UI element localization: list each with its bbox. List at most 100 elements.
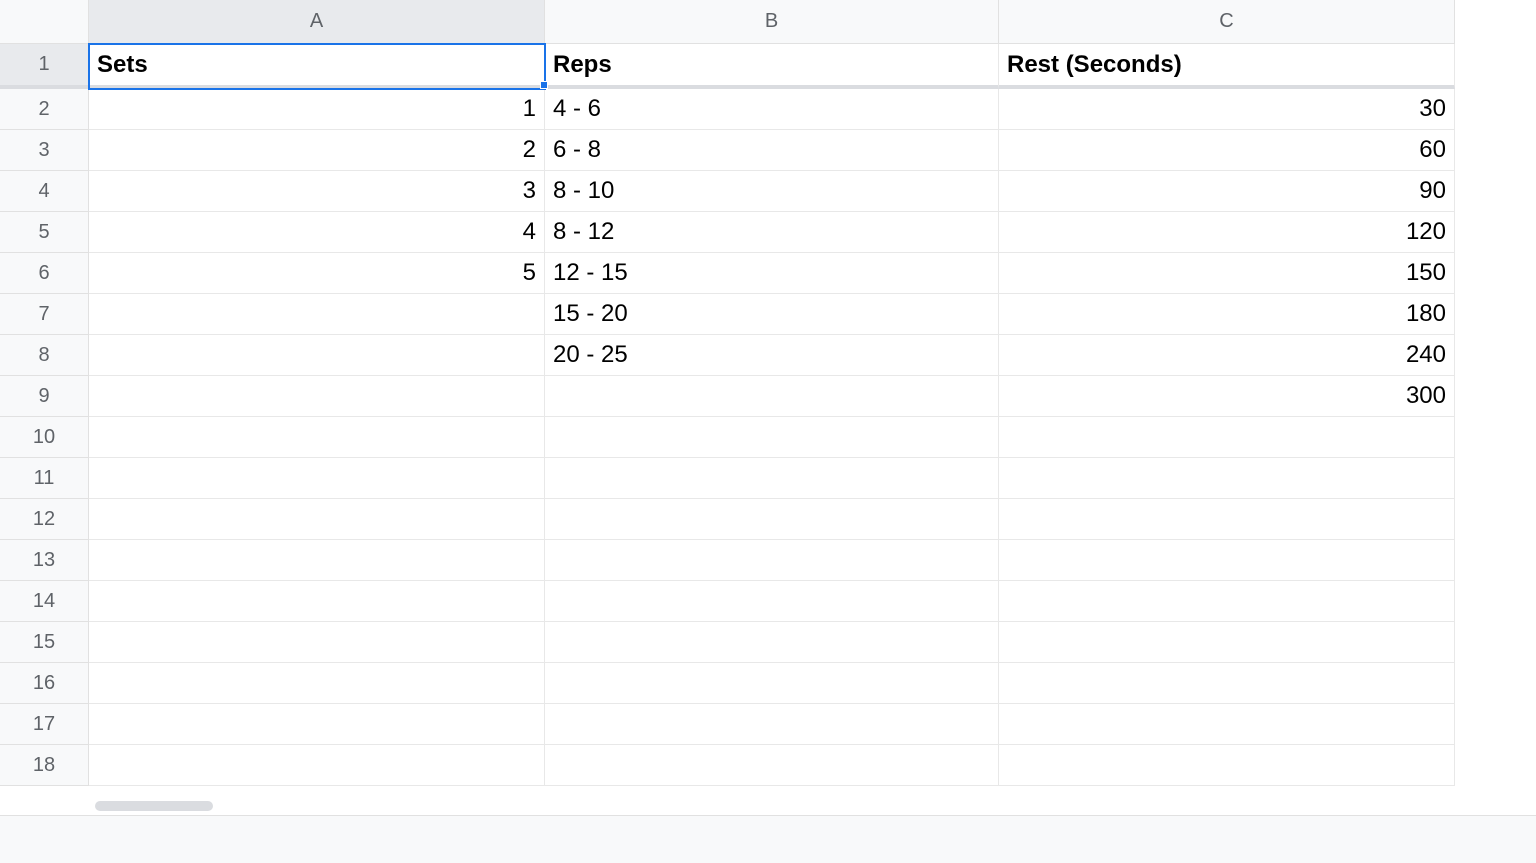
cell-C7[interactable]: 180: [999, 294, 1455, 335]
cell-B7[interactable]: 15 - 20: [545, 294, 999, 335]
cell-B12[interactable]: [545, 499, 999, 540]
col-header-B[interactable]: B: [545, 0, 999, 44]
cell-value: 12 - 15: [553, 259, 628, 287]
cell-value: 4: [523, 218, 536, 246]
cell-A17[interactable]: [89, 704, 545, 745]
cell-A10[interactable]: [89, 417, 545, 458]
cell-value: 5: [523, 259, 536, 287]
row-header-12[interactable]: 12: [0, 499, 89, 540]
cell-A1[interactable]: Sets: [89, 44, 545, 89]
cell-A9[interactable]: [89, 376, 545, 417]
cell-value: 180: [1406, 300, 1446, 328]
cell-C18[interactable]: [999, 745, 1455, 786]
cell-C13[interactable]: [999, 540, 1455, 581]
cell-B9[interactable]: [545, 376, 999, 417]
cell-B3[interactable]: 6 - 8: [545, 130, 999, 171]
cell-A13[interactable]: [89, 540, 545, 581]
cell-value: 240: [1406, 341, 1446, 369]
cell-B15[interactable]: [545, 622, 999, 663]
row-header-3[interactable]: 3: [0, 130, 89, 171]
cell-C4[interactable]: 90: [999, 171, 1455, 212]
cell-value: 4 - 6: [553, 95, 601, 123]
cell-value: 8 - 12: [553, 218, 614, 246]
cell-C11[interactable]: [999, 458, 1455, 499]
cell-A5[interactable]: 4: [89, 212, 545, 253]
cell-C12[interactable]: [999, 499, 1455, 540]
cell-B2[interactable]: 4 - 6: [545, 89, 999, 130]
cell-B1[interactable]: Reps: [545, 44, 999, 89]
cell-A14[interactable]: [89, 581, 545, 622]
row-header-18[interactable]: 18: [0, 745, 89, 786]
cell-A11[interactable]: [89, 458, 545, 499]
cell-B10[interactable]: [545, 417, 999, 458]
cell-value: 30: [1419, 95, 1446, 123]
row-header-13[interactable]: 13: [0, 540, 89, 581]
cell-C3[interactable]: 60: [999, 130, 1455, 171]
col-header-A[interactable]: A: [89, 0, 545, 44]
cell-C17[interactable]: [999, 704, 1455, 745]
row-header-6[interactable]: 6: [0, 253, 89, 294]
row-header-8[interactable]: 8: [0, 335, 89, 376]
cell-value: 15 - 20: [553, 300, 628, 328]
row-header-2[interactable]: 2: [0, 89, 89, 130]
row-header-11[interactable]: 11: [0, 458, 89, 499]
row-header-5[interactable]: 5: [0, 212, 89, 253]
cell-B5[interactable]: 8 - 12: [545, 212, 999, 253]
cell-A6[interactable]: 5: [89, 253, 545, 294]
row-header-4[interactable]: 4: [0, 171, 89, 212]
cell-C10[interactable]: [999, 417, 1455, 458]
cell-B14[interactable]: [545, 581, 999, 622]
row-header-9[interactable]: 9: [0, 376, 89, 417]
row-header-15[interactable]: 15: [0, 622, 89, 663]
cell-value: 90: [1419, 177, 1446, 205]
cell-A3[interactable]: 2: [89, 130, 545, 171]
cell-B16[interactable]: [545, 663, 999, 704]
select-all-corner[interactable]: [0, 0, 89, 44]
cell-C16[interactable]: [999, 663, 1455, 704]
cell-C8[interactable]: 240: [999, 335, 1455, 376]
row-header-16[interactable]: 16: [0, 663, 89, 704]
cell-A15[interactable]: [89, 622, 545, 663]
sheet-bottom-bar: [0, 815, 1536, 863]
cell-value: 60: [1419, 136, 1446, 164]
cell-value: 20 - 25: [553, 341, 628, 369]
row-header-10[interactable]: 10: [0, 417, 89, 458]
cell-C14[interactable]: [999, 581, 1455, 622]
cell-B6[interactable]: 12 - 15: [545, 253, 999, 294]
spreadsheet-grid[interactable]: A B C 1 Sets Reps Rest (Seconds) 2 1 4 -…: [0, 0, 1536, 786]
horizontal-scrollbar-track[interactable]: [0, 799, 1536, 813]
row-header-7[interactable]: 7: [0, 294, 89, 335]
cell-C1[interactable]: Rest (Seconds): [999, 44, 1455, 89]
cell-B13[interactable]: [545, 540, 999, 581]
cell-B18[interactable]: [545, 745, 999, 786]
row-header-17[interactable]: 17: [0, 704, 89, 745]
row-header-14[interactable]: 14: [0, 581, 89, 622]
cell-A12[interactable]: [89, 499, 545, 540]
cell-B11[interactable]: [545, 458, 999, 499]
cell-A8[interactable]: [89, 335, 545, 376]
cell-C5[interactable]: 120: [999, 212, 1455, 253]
cell-C15[interactable]: [999, 622, 1455, 663]
cell-A16[interactable]: [89, 663, 545, 704]
cell-B8[interactable]: 20 - 25: [545, 335, 999, 376]
cell-B4[interactable]: 8 - 10: [545, 171, 999, 212]
cell-value: Reps: [553, 51, 612, 79]
cell-A2[interactable]: 1: [89, 89, 545, 130]
cell-A18[interactable]: [89, 745, 545, 786]
cell-C2[interactable]: 30: [999, 89, 1455, 130]
row-header-1[interactable]: 1: [0, 44, 89, 89]
cell-value: 2: [523, 136, 536, 164]
cell-value: 8 - 10: [553, 177, 614, 205]
cell-C9[interactable]: 300: [999, 376, 1455, 417]
cell-value: 1: [523, 95, 536, 123]
cell-C6[interactable]: 150: [999, 253, 1455, 294]
cell-value: 3: [523, 177, 536, 205]
cell-A7[interactable]: [89, 294, 545, 335]
horizontal-scrollbar-thumb[interactable]: [95, 801, 213, 811]
cell-A4[interactable]: 3: [89, 171, 545, 212]
cell-value: 120: [1406, 218, 1446, 246]
selection-handle[interactable]: [540, 81, 548, 89]
cell-value: Sets: [97, 51, 148, 79]
cell-B17[interactable]: [545, 704, 999, 745]
col-header-C[interactable]: C: [999, 0, 1455, 44]
